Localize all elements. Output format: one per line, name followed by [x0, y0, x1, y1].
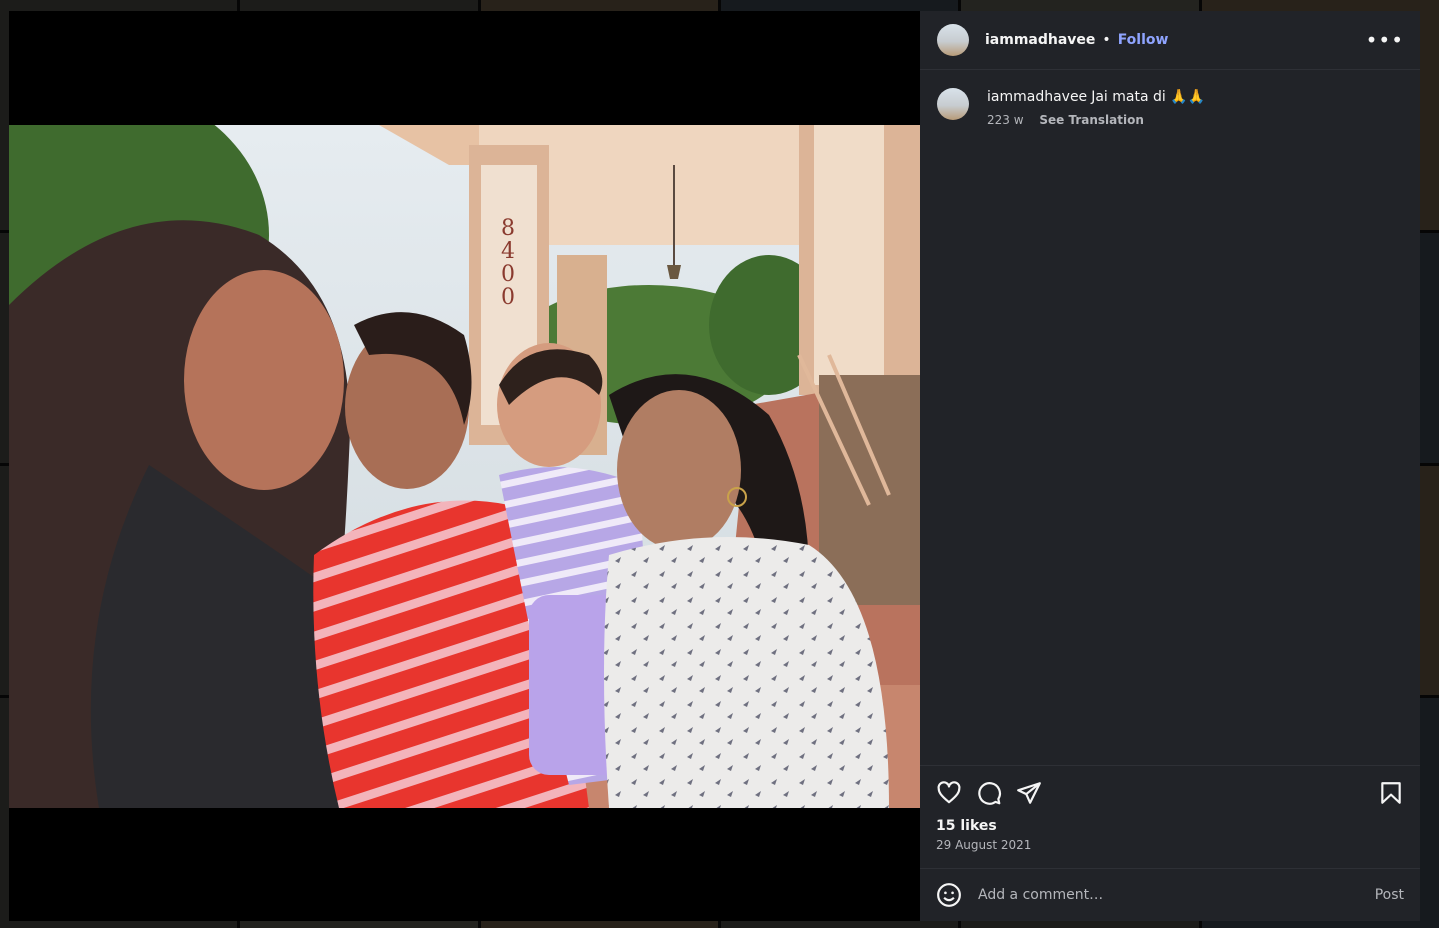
svg-text:0: 0: [501, 262, 515, 287]
post-comment-button[interactable]: Post: [1375, 887, 1404, 903]
post-media: 8 4 0 0: [9, 11, 920, 921]
bookmark-icon[interactable]: [1378, 780, 1404, 806]
avatar[interactable]: [937, 24, 969, 56]
caption-age: 223 w: [987, 113, 1024, 127]
svg-text:0: 0: [501, 285, 515, 310]
caption-avatar[interactable]: [937, 88, 969, 120]
post-date: 29 August 2021: [936, 838, 1032, 852]
comments-section: iammadhavee Jai mata di 🙏🙏 223 w See Tran…: [920, 70, 1420, 765]
likes-count[interactable]: 15 likes: [936, 818, 1404, 834]
emoji-icon[interactable]: [936, 882, 962, 908]
caption-username[interactable]: iammadhavee: [987, 89, 1087, 105]
add-comment-bar: Post: [920, 868, 1420, 921]
header-username[interactable]: iammadhavee: [985, 32, 1095, 48]
see-translation-button[interactable]: See Translation: [1039, 113, 1144, 127]
follow-button[interactable]: Follow: [1118, 32, 1169, 48]
svg-text:4: 4: [501, 239, 515, 264]
comment-icon[interactable]: [976, 780, 1002, 806]
caption: iammadhavee Jai mata di 🙏🙏 223 w See Tran…: [937, 88, 1403, 127]
photo-sign-8-digit: 8: [501, 216, 515, 241]
post-photo[interactable]: 8 4 0 0: [9, 125, 920, 808]
comment-input[interactable]: [976, 886, 1375, 904]
separator-dot: •: [1102, 32, 1111, 48]
post-side-panel: iammadhavee • Follow ••• iammadhavee Jai …: [920, 11, 1420, 921]
post-header: iammadhavee • Follow •••: [920, 11, 1420, 70]
more-icon[interactable]: •••: [1366, 28, 1404, 52]
caption-text: Jai mata di 🙏🙏: [1091, 89, 1206, 105]
send-icon[interactable]: [1016, 780, 1042, 806]
action-bar: 15 likes 29 August 2021: [920, 765, 1420, 868]
post-modal: 8 4 0 0 iammadhavee • Follow ••• iammadh…: [9, 11, 1420, 921]
heart-icon[interactable]: [936, 780, 962, 806]
